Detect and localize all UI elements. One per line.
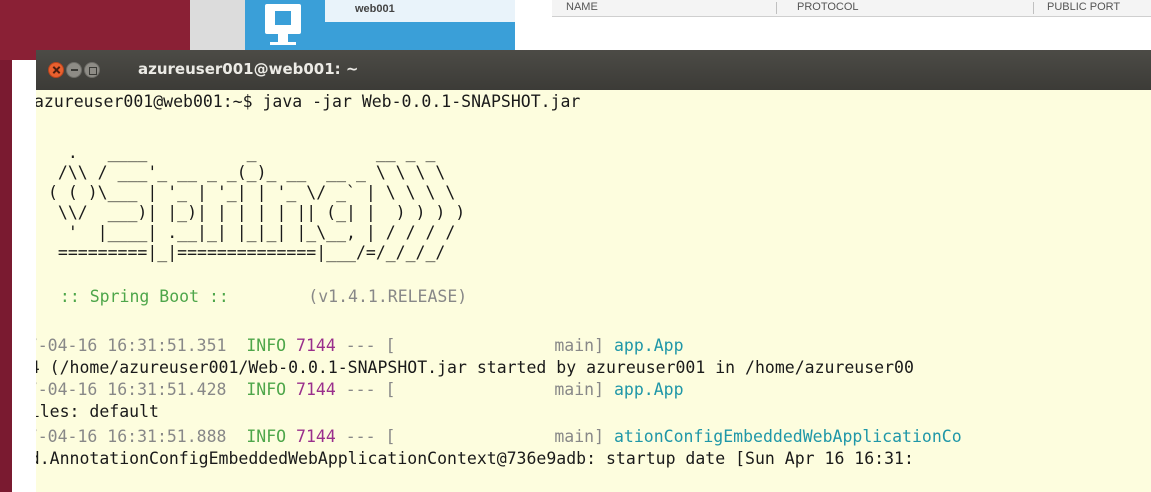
monitor-stand-icon-part	[278, 34, 288, 42]
close-window-button[interactable]	[48, 62, 64, 78]
log-timestamp: 2017-04-16 16:31:51.351	[36, 336, 227, 355]
log-level: INFO	[246, 427, 287, 446]
log-logger: app.App	[613, 380, 684, 399]
desktop-background-edge	[0, 60, 12, 492]
log-pid: 7144	[296, 427, 336, 446]
log-line: 2017-04-16 16:31:51.428 INFO 7144 --- [ …	[36, 379, 684, 401]
log-logger: app.App	[613, 336, 684, 355]
log-message: dded.AnnotationConfigEmbeddedWebApplicat…	[36, 449, 914, 468]
portal-panel	[190, 0, 245, 50]
log-message: rofiles: default	[36, 402, 159, 421]
minimize-window-button[interactable]	[66, 62, 82, 78]
column-divider	[776, 2, 777, 14]
log-separator: --- [	[345, 336, 396, 355]
log-pid: 7144	[296, 336, 336, 355]
log-level: INFO	[246, 336, 287, 355]
maximize-window-button[interactable]	[84, 62, 100, 78]
portal-vm-name: web001	[355, 3, 395, 15]
log-line: 2017-04-16 16:31:51.351 INFO 7144 --- [ …	[36, 335, 684, 357]
column-header-public-port[interactable]: PUBLIC PORT	[1047, 1, 1120, 13]
log-level: INFO	[246, 380, 287, 399]
log-separator: --- [	[345, 380, 396, 399]
spring-boot-label: :: Spring Boot ::	[50, 287, 239, 306]
portal-selection-strip	[325, 22, 515, 50]
log-logger: ationConfigEmbeddedWebApplicationCo	[613, 427, 962, 446]
monitor-base-icon-part	[270, 42, 296, 45]
log-message: 7144 (/home/azureuser001/Web-0.0.1-SNAPS…	[36, 358, 914, 377]
spring-boot-version-line: :: Spring Boot :: (v1.4.1.RELEASE)	[50, 286, 467, 308]
column-header-protocol[interactable]: PROTOCOL	[797, 1, 859, 13]
log-thread: main]	[554, 336, 605, 355]
portal-vm-row[interactable]	[325, 0, 515, 22]
terminal-output[interactable]: azureuser001@web001:~$ java -jar Web-0.0…	[36, 91, 1151, 492]
command-line: azureuser001@web001:~$ java -jar Web-0.0…	[36, 92, 581, 111]
log-separator: --- [	[345, 427, 396, 446]
log-line: 2017-04-16 16:31:51.888 INFO 7144 --- [ …	[36, 426, 962, 448]
spring-boot-ascii-banner: . ____ _ __ _ _ /\\ / ___'_ __ _ _(_)_ _…	[48, 143, 466, 262]
log-timestamp: 2017-04-16 16:31:51.428	[36, 380, 227, 399]
column-divider	[1033, 2, 1034, 14]
log-thread: main]	[554, 427, 605, 446]
terminal-titlebar[interactable]: azureuser001@web001: ~	[36, 50, 1151, 90]
virtual-machine-icon	[265, 4, 301, 34]
log-thread: main]	[554, 380, 605, 399]
spring-boot-version: (v1.4.1.RELEASE)	[238, 287, 468, 306]
column-header-name[interactable]: NAME	[566, 1, 598, 13]
window-title: azureuser001@web001: ~	[138, 60, 359, 78]
log-timestamp: 2017-04-16 16:31:51.888	[36, 427, 227, 446]
terminal-window[interactable]: azureuser001@web001: ~ azureuser001@web0…	[36, 50, 1151, 492]
log-pid: 7144	[296, 380, 336, 399]
